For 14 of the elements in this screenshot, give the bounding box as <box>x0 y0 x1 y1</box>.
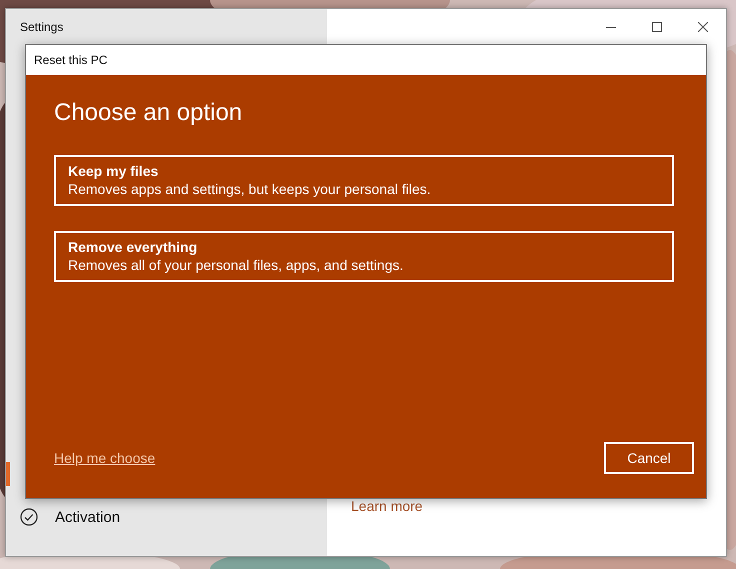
selection-indicator <box>6 462 10 486</box>
option-button[interactable]: Remove everything Removes all of your personal files, apps, and settings. <box>54 231 674 282</box>
close-icon[interactable] <box>698 22 708 32</box>
option-button[interactable]: Keep my files Removes apps and settings, but keeps your personal files. <box>54 155 674 206</box>
maximize-icon[interactable] <box>652 22 662 32</box>
minimize-icon[interactable] <box>606 26 616 28</box>
help-link[interactable]: Help me choose <box>54 450 156 466</box>
dialog-heading: Choose an option <box>54 99 244 127</box>
learn-more-link[interactable]: Learn more <box>351 498 423 514</box>
cancel-button[interactable]: Cancel <box>604 442 694 474</box>
dialog-title: Reset this PC <box>34 53 108 67</box>
check-circle-icon <box>20 508 38 526</box>
sidebar-item[interactable]: Activation <box>20 508 120 526</box>
window-title: Settings <box>20 20 64 34</box>
